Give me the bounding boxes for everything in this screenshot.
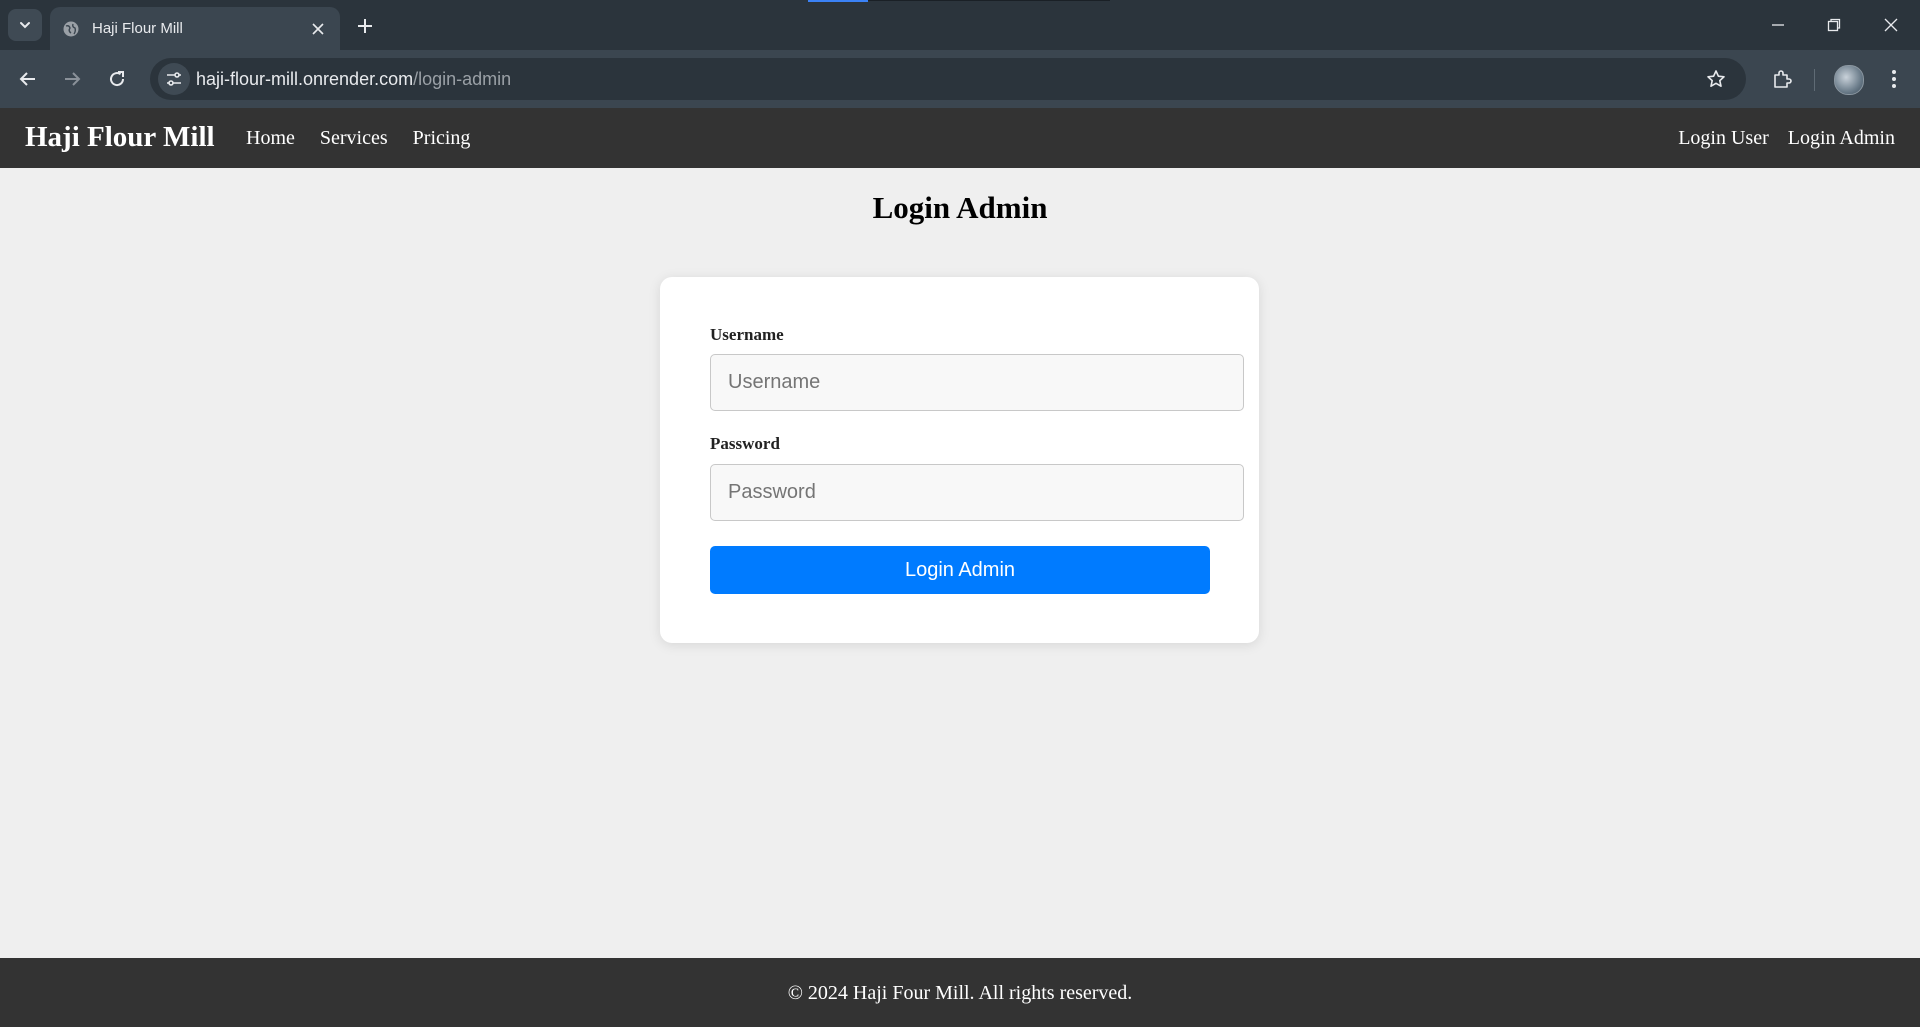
browser-tab-strip: Haji Flour Mill bbox=[0, 0, 1920, 50]
url-path: /login-admin bbox=[413, 69, 512, 89]
site-info-button[interactable] bbox=[158, 63, 190, 95]
extensions-icon bbox=[1774, 70, 1792, 88]
password-input[interactable] bbox=[710, 464, 1244, 521]
kebab-menu-icon bbox=[1892, 70, 1896, 88]
nav-link-home[interactable]: Home bbox=[246, 127, 295, 150]
loading-indicator bbox=[808, 0, 868, 2]
login-form-card: Username Password Login Admin bbox=[660, 277, 1259, 643]
forward-arrow-icon bbox=[65, 72, 81, 86]
address-bar[interactable]: haji-flour-mill.onrender.com/login-admin bbox=[150, 58, 1746, 100]
nav-link-services[interactable]: Services bbox=[320, 127, 388, 150]
page-title: Login Admin bbox=[872, 190, 1048, 225]
brand-logo-link[interactable]: Haji Flour Mill bbox=[25, 121, 215, 154]
forward-button[interactable] bbox=[58, 65, 86, 93]
nav-link-login-user[interactable]: Login User bbox=[1678, 127, 1769, 150]
toolbar-separator bbox=[1814, 69, 1815, 91]
new-tab-button[interactable] bbox=[352, 13, 378, 39]
chevron-down-icon bbox=[20, 22, 30, 29]
minimize-button[interactable] bbox=[1764, 12, 1792, 38]
reload-icon bbox=[110, 71, 125, 87]
tab-search-button[interactable] bbox=[8, 9, 42, 41]
close-icon[interactable] bbox=[306, 17, 330, 41]
back-button[interactable] bbox=[14, 65, 42, 93]
browser-tab[interactable]: Haji Flour Mill bbox=[50, 7, 340, 50]
browser-toolbar: haji-flour-mill.onrender.com/login-admin bbox=[0, 50, 1920, 108]
restore-button[interactable] bbox=[1820, 12, 1848, 38]
bookmark-star-icon[interactable] bbox=[1704, 67, 1728, 91]
restore-icon bbox=[1827, 18, 1841, 32]
globe-icon bbox=[62, 20, 80, 38]
tab-strip-divider bbox=[868, 0, 1110, 1]
username-input[interactable] bbox=[710, 354, 1244, 411]
minimize-icon bbox=[1772, 24, 1784, 26]
window-close-icon bbox=[1884, 18, 1898, 32]
tab-title: Haji Flour Mill bbox=[92, 20, 183, 37]
plus-icon bbox=[358, 19, 372, 33]
primary-nav: Home Services Pricing bbox=[246, 127, 470, 150]
reload-button[interactable] bbox=[103, 65, 131, 93]
nav-link-login-admin[interactable]: Login Admin bbox=[1788, 127, 1895, 150]
auth-nav: Login User Login Admin bbox=[1678, 127, 1895, 150]
site-info-icon bbox=[167, 72, 181, 86]
username-label: Username bbox=[710, 325, 784, 344]
login-admin-button[interactable]: Login Admin bbox=[710, 546, 1210, 594]
nav-link-pricing[interactable]: Pricing bbox=[413, 127, 471, 150]
url-text[interactable]: haji-flour-mill.onrender.com/login-admin bbox=[196, 69, 511, 90]
site-footer: © 2024 Haji Four Mill. All rights reserv… bbox=[0, 958, 1920, 1027]
site-navbar: Haji Flour Mill Home Services Pricing Lo… bbox=[0, 108, 1920, 168]
window-close-button[interactable] bbox=[1877, 12, 1905, 38]
url-host: haji-flour-mill.onrender.com bbox=[196, 69, 414, 89]
password-label: Password bbox=[710, 434, 780, 453]
browser-menu-button[interactable] bbox=[1880, 65, 1908, 93]
extensions-button[interactable] bbox=[1768, 65, 1796, 93]
copyright-text: © 2024 Haji Four Mill. All rights reserv… bbox=[787, 982, 1133, 1004]
profile-avatar[interactable] bbox=[1834, 65, 1864, 95]
back-arrow-icon bbox=[19, 72, 35, 86]
